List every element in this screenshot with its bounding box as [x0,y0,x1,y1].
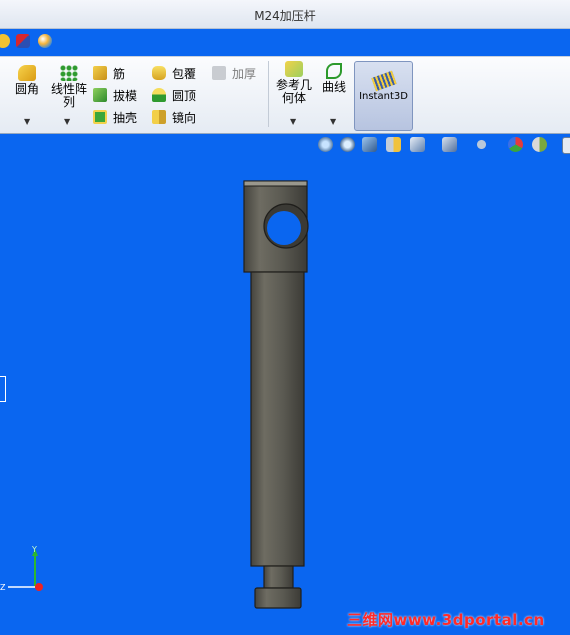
reference-geometry-button[interactable]: 参考几 何体 [272,61,316,105]
wrap-icon [152,66,166,80]
reference-geometry-label-line2: 何体 [281,91,306,105]
reference-triad: Y Z [0,545,43,592]
ribbon-separator [268,61,269,127]
pressure-rod-part[interactable] [243,180,309,609]
rod-shaft [250,271,305,567]
rib-icon [93,66,107,80]
dome-label: 圆顶 [172,89,197,103]
mirror-icon [152,110,166,124]
mirror-label: 镜向 [172,111,197,125]
zoom-to-fit-icon[interactable] [318,137,333,152]
curves-button[interactable]: 曲线 [318,63,350,94]
dome-icon [152,88,166,102]
section-view-icon[interactable] [386,137,401,152]
rod-neck [263,565,294,589]
fillet-icon [18,65,36,81]
previous-view-icon[interactable] [362,137,377,152]
shell-label: 抽壳 [113,111,138,125]
curves-icon [326,63,342,79]
thicken-label: 加厚 [232,67,257,81]
monitor-icon[interactable] [562,137,570,154]
rib-label: 筋 [113,67,126,81]
view-orientation-icon[interactable] [410,137,425,152]
linear-pattern-button[interactable]: 线性阵 列 [47,65,91,109]
thicken-icon [212,66,226,80]
draft-icon [93,88,107,102]
fillet-dropdown-icon[interactable]: ▼ [24,117,30,126]
fillet-button[interactable]: 圆角 [10,65,44,96]
instant3d-label: Instant3D [359,91,408,102]
mirror-button[interactable]: 镜向 [152,109,196,127]
thicken-button[interactable]: 加厚 [212,65,256,83]
dome-button[interactable]: 圆顶 [152,87,196,105]
reference-geometry-dropdown-icon[interactable]: ▼ [290,117,296,126]
cross-hole-through [267,211,301,245]
curves-label: 曲线 [321,80,346,94]
instant3d-icon [370,70,397,92]
rod-head-top-edge [243,180,308,187]
display-style-icon[interactable] [442,137,457,152]
svg-text:Z: Z [0,583,6,592]
appearance-icon[interactable] [38,34,52,48]
svg-text:Y: Y [31,545,37,554]
graphics-area [243,180,309,609]
rod-foot [254,587,302,609]
shell-icon [93,110,107,124]
window-title: M24加压杆 [254,9,316,23]
watermark: 三维网www.3dportal.cn [347,611,545,629]
edit-appearance-icon[interactable] [508,137,523,152]
zoom-area-icon[interactable] [340,137,355,152]
features-ribbon: 圆角 ▼ 线性阵 列 ▼ 筋 拔模 抽壳 包覆 圆顶 镜向 加厚 参考几 何体 … [0,56,570,134]
rib-button[interactable]: 筋 [93,65,125,83]
options-icon[interactable] [16,34,30,48]
rebuild-icon[interactable] [0,34,10,48]
linear-pattern-dropdown-icon[interactable]: ▼ [64,117,70,126]
draft-label: 拔模 [113,89,138,103]
hide-show-icon[interactable] [474,137,489,152]
shell-button[interactable]: 抽壳 [93,109,137,127]
quick-access-toolbar [0,30,64,56]
apply-scene-icon[interactable] [532,137,547,152]
title-bar: M24加压杆 [0,0,570,29]
wrap-label: 包覆 [172,67,197,81]
draft-button[interactable]: 拔模 [93,87,137,105]
curves-dropdown-icon[interactable]: ▼ [330,117,336,126]
fillet-label: 圆角 [14,82,39,96]
linear-pattern-label-line2: 列 [62,95,75,109]
wrap-button[interactable]: 包覆 [152,65,196,83]
reference-geometry-icon [285,61,303,77]
instant3d-button[interactable]: Instant3D [354,61,413,131]
linear-pattern-icon [60,65,78,81]
